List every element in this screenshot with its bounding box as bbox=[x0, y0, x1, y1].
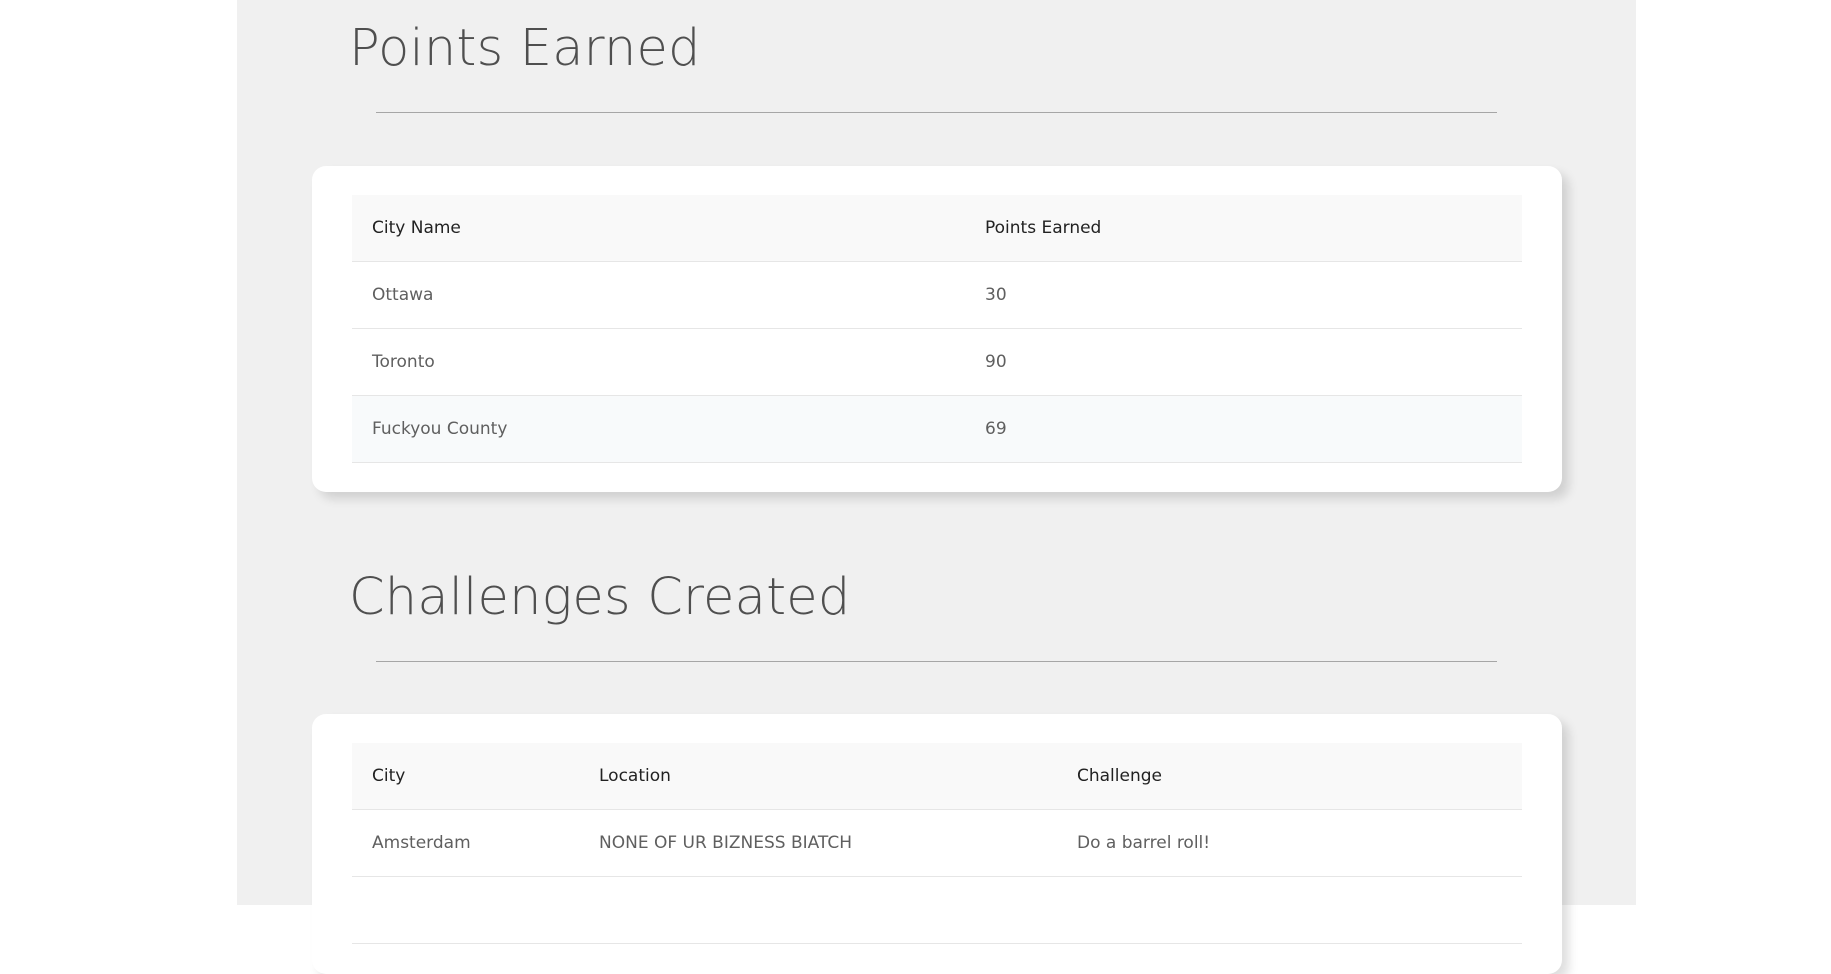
table-row[interactable]: Fuckyou County 69 bbox=[352, 396, 1522, 463]
location-cell: NONE OF UR BIZNESS BIATCH bbox=[599, 833, 852, 853]
points-earned-table: City Name Points Earned Ottawa 30 Toront… bbox=[352, 195, 1522, 463]
column-header-city[interactable]: City bbox=[372, 743, 405, 809]
challenges-created-table: City Location Challenge Amsterdam NONE O… bbox=[352, 743, 1522, 944]
table-row[interactable]: Amsterdam NONE OF UR BIZNESS BIATCH Do a… bbox=[352, 810, 1522, 877]
city-name-cell: Toronto bbox=[372, 352, 435, 372]
main-content-column: Points Earned City Name Points Earned Ot… bbox=[237, 0, 1636, 974]
table-row-partially-visible[interactable] bbox=[352, 877, 1522, 944]
table-row[interactable]: Ottawa 30 bbox=[352, 262, 1522, 329]
column-header-challenge[interactable]: Challenge bbox=[1077, 743, 1162, 809]
points-earned-divider bbox=[376, 112, 1497, 113]
points-cell: 30 bbox=[985, 285, 1007, 305]
points-cell: 90 bbox=[985, 352, 1007, 372]
table-row[interactable]: Toronto 90 bbox=[352, 329, 1522, 396]
points-cell: 69 bbox=[985, 419, 1007, 439]
table-header-row: City Name Points Earned bbox=[352, 195, 1522, 262]
column-header-points-earned[interactable]: Points Earned bbox=[985, 195, 1101, 261]
column-header-location[interactable]: Location bbox=[599, 743, 671, 809]
points-earned-title: Points Earned bbox=[349, 19, 701, 78]
challenges-created-title: Challenges Created bbox=[349, 568, 851, 627]
column-header-city-name[interactable]: City Name bbox=[372, 195, 461, 261]
challenges-created-card: City Location Challenge Amsterdam NONE O… bbox=[312, 714, 1562, 974]
city-name-cell: Ottawa bbox=[372, 285, 434, 305]
challenge-cell: Do a barrel roll! bbox=[1077, 833, 1211, 853]
points-earned-card: City Name Points Earned Ottawa 30 Toront… bbox=[312, 166, 1562, 492]
city-name-cell: Fuckyou County bbox=[372, 419, 508, 439]
table-header-row: City Location Challenge bbox=[352, 743, 1522, 810]
city-cell: Amsterdam bbox=[372, 833, 471, 853]
challenges-created-divider bbox=[376, 661, 1497, 662]
